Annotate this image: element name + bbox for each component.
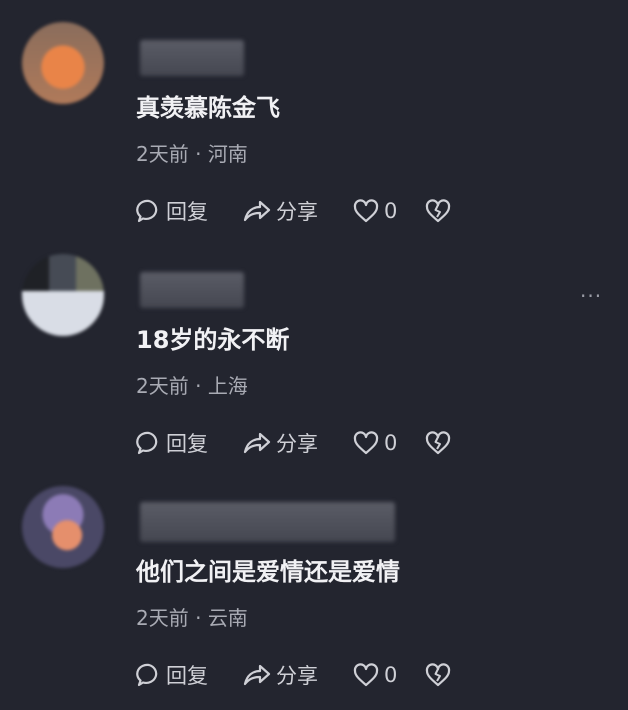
username-blurred[interactable]	[140, 502, 395, 542]
share-label: 分享	[276, 432, 318, 456]
share-button[interactable]: 分享	[242, 660, 352, 690]
broken-heart-icon	[425, 199, 451, 223]
broken-heart-icon	[425, 431, 451, 455]
comment-time: 2天前	[136, 374, 189, 398]
like-count: 0	[384, 663, 398, 687]
share-button[interactable]: 分享	[242, 196, 352, 226]
share-arrow-icon	[243, 200, 271, 222]
reply-button[interactable]: 回复	[136, 196, 242, 226]
broken-heart-icon	[425, 663, 451, 687]
more-dots-icon[interactable]: ···	[580, 284, 602, 308]
comment-meta: 2天前 · 云南	[136, 602, 248, 631]
meta-separator: ·	[195, 142, 208, 166]
dislike-button[interactable]	[424, 662, 452, 688]
share-label: 分享	[276, 200, 318, 224]
reply-button[interactable]: 回复	[136, 428, 242, 458]
share-button[interactable]: 分享	[242, 428, 352, 458]
reply-label: 回复	[166, 664, 208, 688]
username-blurred[interactable]	[140, 272, 244, 308]
like-button[interactable]: 0	[352, 198, 424, 224]
meta-separator: ·	[195, 374, 208, 398]
heart-icon	[353, 431, 379, 455]
comment-time: 2天前	[136, 142, 189, 166]
heart-icon	[353, 199, 379, 223]
heart-icon	[353, 663, 379, 687]
comment-text: 他们之间是爱情还是爱情	[136, 558, 400, 586]
comment-actions: 回复 分享 0	[136, 196, 452, 226]
comment-item: 真羡慕陈金飞 2天前 · 河南 回复 分享 0	[0, 0, 628, 232]
share-arrow-icon	[243, 664, 271, 686]
like-count: 0	[384, 431, 398, 455]
avatar[interactable]	[22, 22, 104, 104]
like-count: 0	[384, 199, 398, 223]
reply-label: 回复	[166, 432, 208, 456]
dislike-button[interactable]	[424, 198, 452, 224]
comment-text: 真羡慕陈金飞	[136, 94, 280, 122]
comment-actions: 回复 分享 0	[136, 660, 452, 690]
share-arrow-icon	[243, 432, 271, 454]
reply-button[interactable]: 回复	[136, 660, 242, 690]
comment-item: 他们之间是爱情还是爱情 2天前 · 云南 回复 分享 0	[0, 464, 628, 696]
comment-bubble-icon	[136, 663, 158, 687]
like-button[interactable]: 0	[352, 430, 424, 456]
share-label: 分享	[276, 664, 318, 688]
like-button[interactable]: 0	[352, 662, 424, 688]
username-blurred[interactable]	[140, 40, 244, 76]
comment-item: ··· 18岁的永不断 2天前 · 上海 回复 分享 0	[0, 232, 628, 464]
comment-bubble-icon	[136, 199, 158, 223]
meta-separator: ·	[195, 606, 208, 630]
reply-label: 回复	[166, 200, 208, 224]
comment-meta: 2天前 · 河南	[136, 138, 248, 167]
dislike-button[interactable]	[424, 430, 452, 456]
comment-location: 河南	[207, 142, 248, 166]
comment-time: 2天前	[136, 606, 189, 630]
comment-meta: 2天前 · 上海	[136, 370, 248, 399]
comment-location: 云南	[207, 606, 248, 630]
comment-text: 18岁的永不断	[136, 326, 290, 354]
comment-location: 上海	[207, 374, 248, 398]
comment-bubble-icon	[136, 431, 158, 455]
comment-actions: 回复 分享 0	[136, 428, 452, 458]
avatar[interactable]	[22, 254, 104, 336]
avatar[interactable]	[22, 486, 104, 568]
